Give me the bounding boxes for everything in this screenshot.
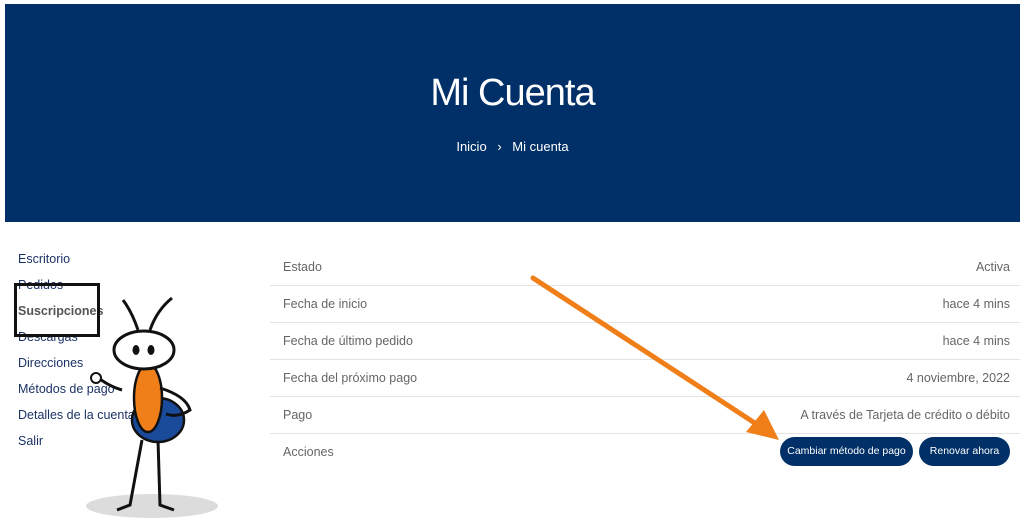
- annotation-arrow-icon: [530, 275, 779, 440]
- ant-mascot-illustration: [86, 296, 218, 518]
- annotation-layer: [86, 275, 779, 518]
